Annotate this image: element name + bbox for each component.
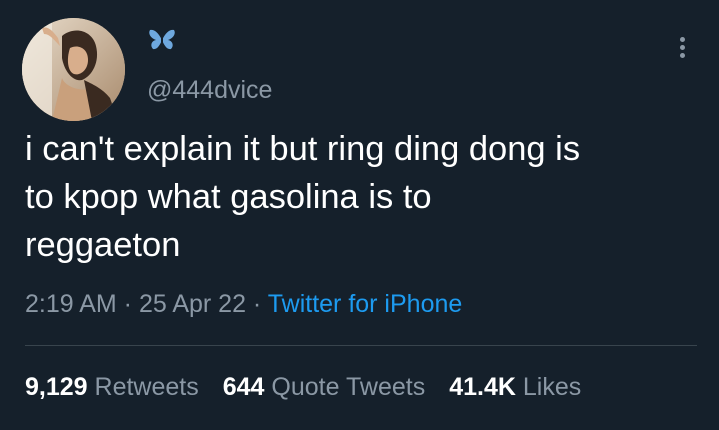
likes-label: Likes — [522, 373, 582, 401]
tweet-date[interactable]: 25 Apr 22 — [139, 290, 246, 318]
tweet-stats: 9,129 Retweets 644 Quote Tweets 41.4K Like… — [25, 371, 581, 403]
avatar[interactable] — [22, 18, 125, 121]
tweet-source-link[interactable]: Twitter for iPhone — [268, 290, 463, 318]
tweet-meta: 2:19 AM · 25 Apr 22 · Twitter for iPhone — [25, 288, 462, 320]
likes-count: 41.4K — [449, 373, 516, 401]
more-options-button[interactable] — [664, 28, 702, 66]
meta-separator: · — [245, 290, 268, 318]
user-handle[interactable]: @444dvice — [147, 74, 272, 106]
more-dot-icon — [680, 45, 685, 50]
retweets-stat[interactable]: 9,129 Retweets — [25, 373, 199, 401]
retweets-count: 9,129 — [25, 373, 88, 401]
retweets-label: Retweets — [94, 373, 199, 401]
tweet-text: i can't explain it but ring ding dong is… — [25, 130, 581, 264]
butterfly-icon[interactable] — [148, 28, 176, 52]
tweet-card: @444dvice i can't explain it but ring di… — [0, 0, 719, 430]
tweet-time[interactable]: 2:19 AM — [25, 290, 117, 318]
likes-stat[interactable]: 41.4K Likes — [449, 373, 581, 401]
divider — [25, 345, 697, 346]
more-dot-icon — [680, 53, 685, 58]
avatar-photo — [22, 18, 125, 121]
quote-tweets-count: 644 — [222, 373, 265, 401]
meta-separator: · — [116, 290, 139, 318]
quote-tweets-label: Quote Tweets — [271, 373, 426, 401]
quote-tweets-stat[interactable]: 644 Quote Tweets — [223, 373, 425, 401]
more-dot-icon — [680, 37, 685, 42]
